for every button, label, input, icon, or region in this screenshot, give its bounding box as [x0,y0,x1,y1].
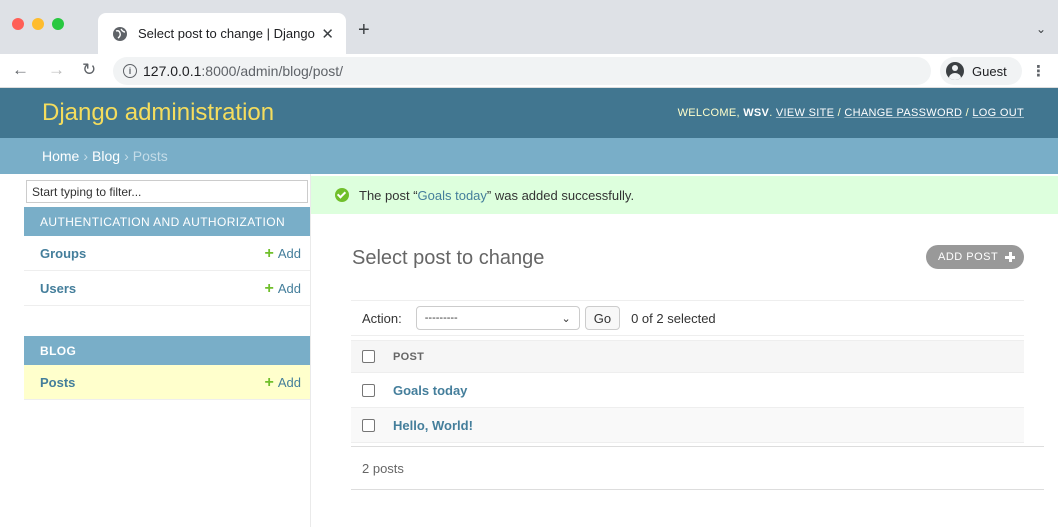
action-bar: Action: --------- ⌄ Go 0 of 2 selected [351,300,1024,336]
action-label: Action: [362,310,402,326]
breadcrumb-home[interactable]: Home [42,148,79,164]
action-select[interactable]: --------- ⌄ [415,306,580,330]
profile-button[interactable]: Guest [940,57,1022,85]
nav-filter-input[interactable] [26,180,308,203]
tab-title: Select post to change | Django [138,26,315,41]
table-header: POST [351,340,1024,373]
site-header: Django administration WELCOME, WSV. VIEW… [0,88,1058,138]
new-tab-icon[interactable]: + [358,20,370,40]
welcome-text: WELCOME, [677,107,740,119]
info-icon[interactable]: i [123,64,137,78]
tab-search-chevron-icon[interactable]: ⌄ [1036,22,1046,36]
nav-sidebar: AUTHENTICATION AND AUTHORIZATION Groups … [24,174,311,527]
add-post-label: ADD POST [938,251,999,263]
avatar-icon [946,62,964,80]
breadcrumb-arrow: › [83,148,89,164]
action-select-value: --------- [424,312,458,324]
select-all-checkbox[interactable] [362,350,375,363]
log-out-link[interactable]: LOG OUT [972,107,1024,119]
chevron-down-icon: ⌄ [561,312,571,325]
view-site-link[interactable]: VIEW SITE [776,107,834,119]
message-suffix: ” was added successfully. [486,187,635,203]
more-menu-icon[interactable]: ⋮ [1031,62,1046,80]
paginator: 2 posts [351,446,1044,490]
result-list-table: POST Goals today Hello, World! [351,340,1024,443]
success-check-icon [335,188,349,202]
browser-tab-bar: Select post to change | Django ✕ + ⌄ [0,0,1058,54]
users-link[interactable]: Users [40,281,76,296]
go-button[interactable]: Go [584,306,621,330]
table-row: Goals today [351,373,1024,408]
post-link[interactable]: Goals today [393,383,467,398]
module-caption-blog[interactable]: BLOG [24,336,310,365]
url-host: 127.0.0.1 [143,63,202,79]
user-tools: WELCOME, WSV. VIEW SITE / CHANGE PASSWOR… [677,107,1024,119]
add-label: Add [277,280,301,296]
plus-icon: + [264,244,274,262]
plus-icon [1005,252,1016,262]
browser-tab[interactable]: Select post to change | Django ✕ [98,13,346,54]
separator: / [965,107,970,119]
breadcrumb-current: Posts [132,148,168,164]
column-header-post[interactable]: POST [393,351,424,363]
back-arrow-icon[interactable]: ← [12,61,29,79]
username: WSV [743,107,770,119]
add-group-link[interactable]: + Add [264,244,301,262]
page-title: Select post to change [352,247,545,269]
row-checkbox[interactable] [362,383,375,397]
add-post-button[interactable]: ADD POST [926,245,1024,269]
sidebar-item-posts: Posts + Add [24,365,310,400]
add-label: Add [277,245,301,261]
breadcrumb-arrow: › [124,148,129,164]
url-text: 127.0.0.1:8000/admin/blog/post/ [143,63,343,79]
plus-icon: + [264,373,274,391]
add-label: Add [277,374,301,390]
reload-icon[interactable]: ↻ [82,61,96,79]
sidebar-item-users: Users + Add [24,271,310,306]
globe-icon [113,26,127,41]
change-password-link[interactable]: CHANGE PASSWORD [844,107,962,119]
table-row: Hello, World! [351,408,1024,443]
window-controls [12,18,64,30]
row-checkbox[interactable] [362,418,375,432]
browser-toolbar: ← → ↻ i 127.0.0.1:8000/admin/blog/post/ … [0,54,1058,88]
sidebar-item-groups: Groups + Add [24,236,310,271]
profile-name: Guest [972,63,1007,79]
add-post-link[interactable]: + Add [264,373,301,391]
maximize-window-button[interactable] [52,18,64,30]
close-tab-icon[interactable]: ✕ [321,25,334,43]
close-window-button[interactable] [12,18,24,30]
forward-arrow-icon[interactable]: → [48,61,65,79]
groups-link[interactable]: Groups [40,246,86,261]
site-branding[interactable]: Django administration [42,99,274,127]
module-caption-auth[interactable]: AUTHENTICATION AND AUTHORIZATION [24,207,310,236]
success-message: The post “Goals today” was added success… [311,176,1058,214]
message-prefix: The post “ [359,187,418,203]
address-bar[interactable]: i 127.0.0.1:8000/admin/blog/post/ [113,57,931,85]
separator: / [837,107,841,119]
posts-link[interactable]: Posts [40,375,75,390]
breadcrumb-blog[interactable]: Blog [92,148,120,164]
add-user-link[interactable]: + Add [264,279,301,297]
plus-icon: + [264,279,274,297]
post-link[interactable]: Hello, World! [393,418,473,433]
url-path: :8000/admin/blog/post/ [201,63,344,79]
minimize-window-button[interactable] [32,18,44,30]
message-post-link[interactable]: Goals today [418,188,487,203]
breadcrumb: Home › Blog › Posts [0,138,1058,174]
selected-count: 0 of 2 selected [631,310,716,326]
